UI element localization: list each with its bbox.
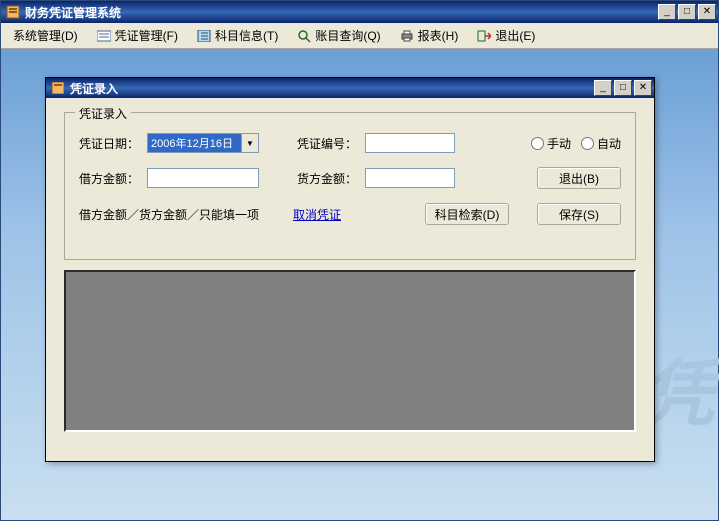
subject-search-button[interactable]: 科目检索(D) (425, 203, 509, 225)
main-window-controls: _ □ ✕ (658, 4, 716, 20)
voucher-entry-groupbox: 凭证录入 凭证日期： 2006年12月16日 ▼ 凭证编号： (64, 112, 636, 260)
date-value: 2006年12月16日 (148, 134, 241, 152)
main-window-title: 财务凭证管理系统 (25, 4, 658, 21)
date-dropdown-button[interactable]: ▼ (241, 134, 258, 152)
date-picker[interactable]: 2006年12月16日 ▼ (147, 133, 259, 153)
credit-label: 货方金额： (297, 170, 357, 187)
cancel-voucher-link[interactable]: 取消凭证 (293, 206, 341, 223)
date-label: 凭证日期： (79, 135, 139, 152)
dialog-title: 凭证录入 (70, 80, 594, 97)
number-label: 凭证编号： (297, 135, 357, 152)
dialog-minimize-button[interactable]: _ (594, 80, 612, 96)
menu-exit-label: 退出(E) (495, 27, 535, 44)
radio-auto-input[interactable] (581, 137, 594, 150)
app-icon (5, 4, 21, 20)
row-amounts: 借方金额： 货方金额： 退出(B) (79, 167, 621, 189)
voucher-number-input[interactable] (365, 133, 455, 153)
dialog-window-controls: _ □ ✕ (594, 80, 652, 96)
dialog-maximize-button[interactable]: □ (614, 80, 632, 96)
mdi-client-area: 务凭 凭证录入 _ □ ✕ 凭证录入 凭证日期： (1, 49, 718, 520)
exit-icon (476, 29, 492, 43)
close-button[interactable]: ✕ (698, 4, 716, 20)
menu-voucher-label: 凭证管理(F) (115, 27, 178, 44)
menu-voucher[interactable]: 凭证管理(F) (90, 25, 184, 46)
printer-icon (399, 29, 415, 43)
voucher-entry-window: 凭证录入 _ □ ✕ 凭证录入 凭证日期： 2006年12月16日 ▼ (45, 77, 655, 462)
amount-note: 借方金额／货方金额／只能填一项 (79, 206, 259, 223)
row-note-actions: 借方金额／货方金额／只能填一项 取消凭证 科目检索(D) 保存(S) (79, 203, 621, 225)
debit-label: 借方金额： (79, 170, 139, 187)
radio-manual-input[interactable] (531, 137, 544, 150)
subject-icon (196, 29, 212, 43)
credit-amount-input[interactable] (365, 168, 455, 188)
menu-report-label: 报表(H) (418, 27, 459, 44)
minimize-button[interactable]: _ (658, 4, 676, 20)
menu-system-label: 系统管理(D) (13, 27, 78, 44)
menu-query[interactable]: 账目查询(Q) (290, 25, 386, 46)
row-date-number: 凭证日期： 2006年12月16日 ▼ 凭证编号： 手动 (79, 133, 621, 153)
main-window: 财务凭证管理系统 _ □ ✕ 系统管理(D) 凭证管理(F) 科目信息(T) (0, 0, 719, 521)
dialog-body: 凭证录入 凭证日期： 2006年12月16日 ▼ 凭证编号： (46, 98, 654, 444)
dialog-title-bar: 凭证录入 _ □ ✕ (46, 78, 654, 98)
debit-amount-input[interactable] (147, 168, 259, 188)
radio-auto-label: 自动 (597, 135, 621, 152)
save-button[interactable]: 保存(S) (537, 203, 621, 225)
radio-manual-label: 手动 (547, 135, 571, 152)
menu-system[interactable]: 系统管理(D) (7, 25, 84, 46)
menu-report[interactable]: 报表(H) (393, 25, 465, 46)
menu-subject[interactable]: 科目信息(T) (190, 25, 284, 46)
menu-bar: 系统管理(D) 凭证管理(F) 科目信息(T) 账目查询(Q) 报表(H) (1, 23, 718, 49)
maximize-button[interactable]: □ (678, 4, 696, 20)
menu-query-label: 账目查询(Q) (315, 27, 380, 44)
voucher-icon (96, 29, 112, 43)
voucher-data-grid[interactable] (64, 270, 636, 432)
menu-subject-label: 科目信息(T) (215, 27, 278, 44)
dialog-icon (50, 80, 66, 96)
main-title-bar: 财务凭证管理系统 _ □ ✕ (1, 1, 718, 23)
radio-auto[interactable]: 自动 (581, 135, 621, 152)
search-icon (296, 29, 312, 43)
radio-manual[interactable]: 手动 (531, 135, 571, 152)
groupbox-title: 凭证录入 (75, 105, 131, 122)
dialog-close-button[interactable]: ✕ (634, 80, 652, 96)
menu-exit[interactable]: 退出(E) (470, 25, 541, 46)
exit-button[interactable]: 退出(B) (537, 167, 621, 189)
number-mode-radio-group: 手动 自动 (531, 135, 621, 152)
